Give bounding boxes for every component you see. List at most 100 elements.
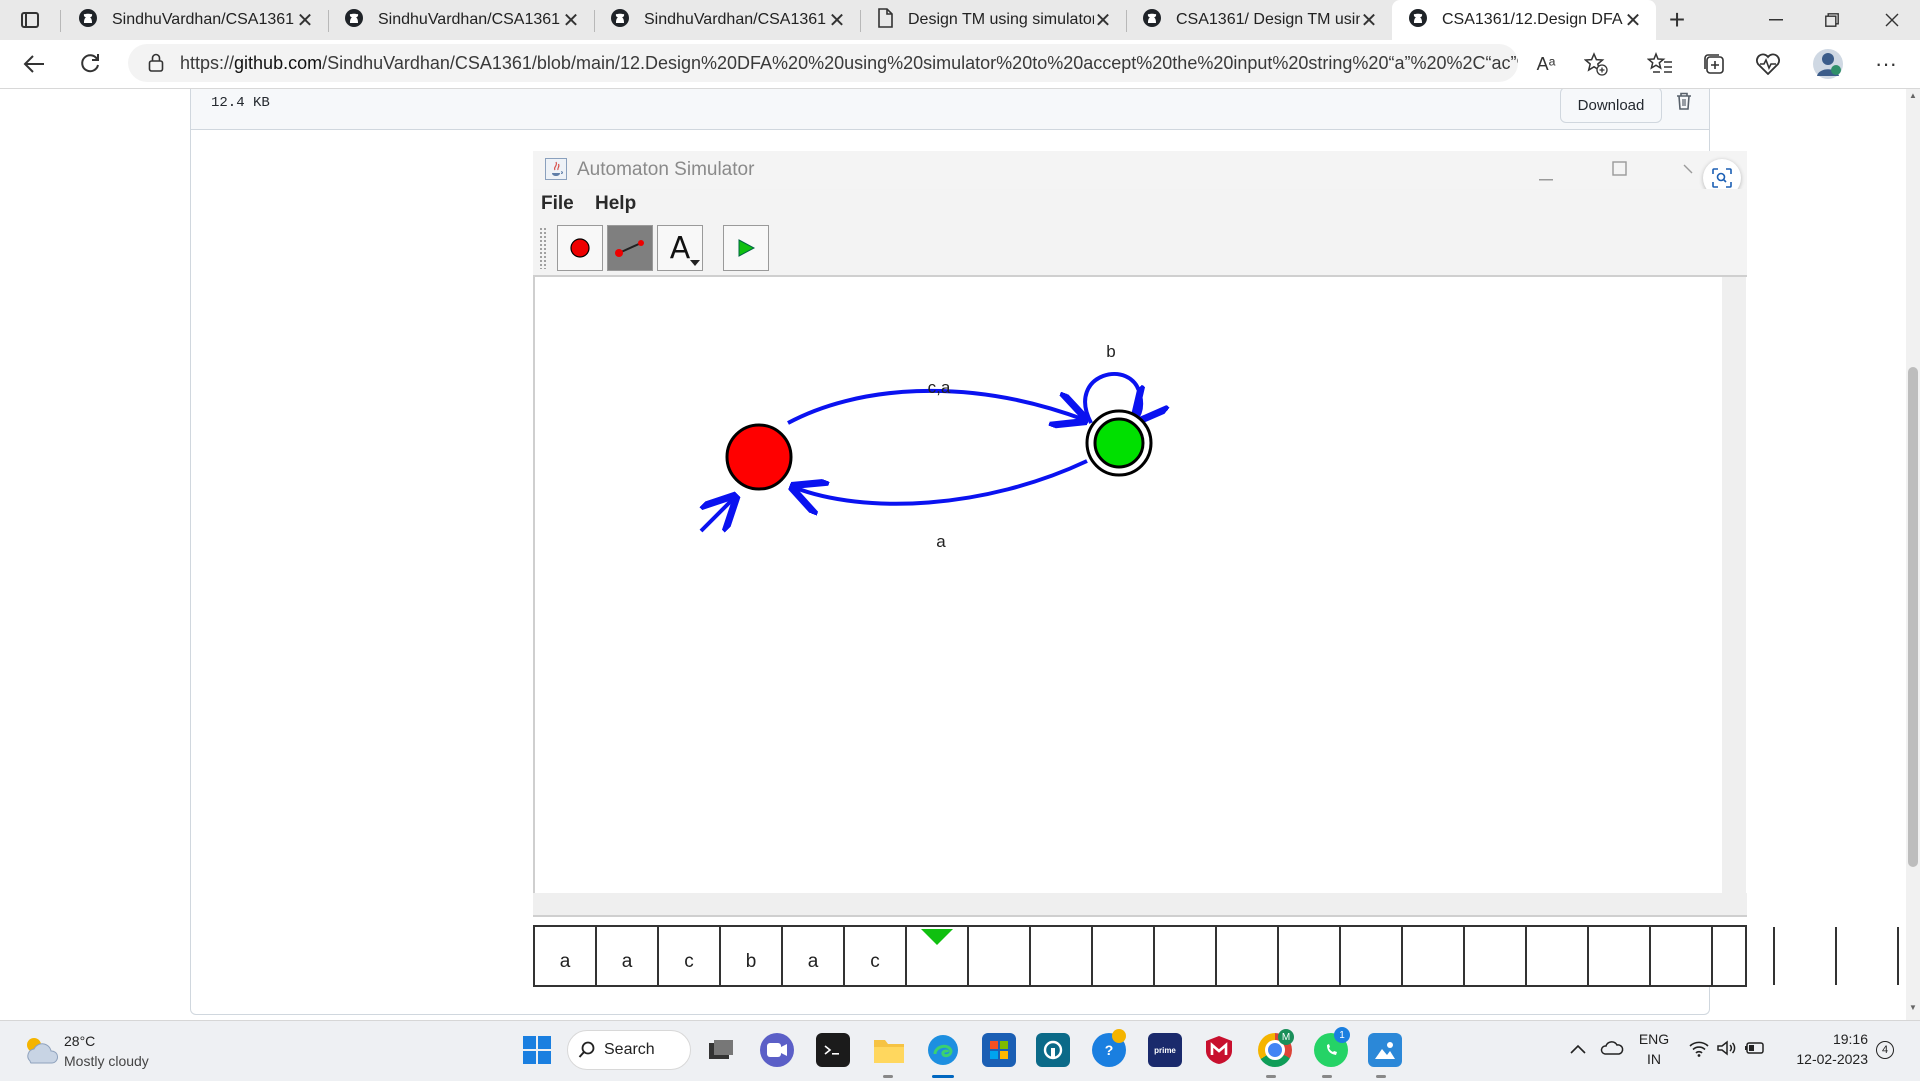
minimize-icon[interactable]	[1748, 0, 1804, 40]
github-icon	[344, 8, 364, 33]
trash-icon[interactable]	[1675, 91, 1699, 115]
tab-actions-icon[interactable]	[4, 0, 56, 40]
browser-tab-1[interactable]: SindhuVardhan/CSA1361 ✕	[62, 0, 328, 40]
running-indicator	[1376, 1075, 1386, 1078]
restore-icon[interactable]	[1804, 0, 1860, 40]
tape-cell	[1279, 927, 1341, 985]
chrome-profile-badge: M	[1278, 1029, 1294, 1045]
browser-tab-5[interactable]: CSA1361/ Design TM using ✕	[1126, 0, 1392, 40]
task-view-icon[interactable]	[704, 1033, 738, 1067]
close-tab-icon[interactable]: ✕	[562, 8, 580, 33]
browser-tab-6-active[interactable]: CSA1361/12.Design DFA usi ✕	[1392, 0, 1656, 40]
browser-tab-4[interactable]: Design TM using simulator t ✕	[860, 0, 1126, 40]
search-label: Search	[604, 1041, 655, 1058]
url-path: /SindhuVardhan/CSA1361/blob/main/12.Desi…	[322, 52, 1518, 73]
language-top[interactable]: ENG	[1636, 1031, 1672, 1047]
tape-cell: c	[659, 927, 721, 985]
show-hidden-icons-icon[interactable]	[1570, 1041, 1586, 1059]
browser-essentials-icon[interactable]	[1744, 40, 1792, 88]
settings-more-icon[interactable]: ···	[1862, 40, 1910, 88]
refresh-icon[interactable]	[66, 40, 114, 88]
tape-cell: a	[597, 927, 659, 985]
wifi-icon[interactable]	[1688, 1039, 1710, 1062]
teams-chat-icon[interactable]	[760, 1033, 794, 1067]
mcafee-icon[interactable]	[1202, 1033, 1236, 1067]
windows-start-icon[interactable]	[520, 1033, 554, 1067]
running-indicator	[1322, 1075, 1332, 1078]
back-arrow-icon[interactable]	[10, 40, 58, 88]
clock-time[interactable]: 19:16	[1784, 1031, 1868, 1047]
state-tool-button	[557, 225, 603, 271]
label-tool-icon: A	[669, 230, 691, 266]
url-prefix: https://	[180, 52, 235, 73]
document-icon	[876, 7, 894, 33]
close-tab-icon[interactable]: ✕	[828, 8, 846, 33]
address-bar[interactable]: https://github.com/SindhuVardhan/CSA1361…	[128, 44, 1518, 82]
page-scrollbar[interactable]: ▲ ▼	[1906, 89, 1920, 1020]
sim-close-icon	[1683, 161, 1693, 179]
lock-icon[interactable]	[148, 53, 164, 78]
close-tab-icon[interactable]: ✕	[1624, 8, 1642, 33]
clock-date[interactable]: 12-02-2023	[1784, 1051, 1868, 1067]
prime-video-icon[interactable]: prime	[1148, 1033, 1182, 1067]
active-app-indicator	[932, 1075, 954, 1078]
new-tab-icon[interactable]: +	[1660, 0, 1694, 40]
browser-tab-3[interactable]: SindhuVardhan/CSA1361 ✕	[594, 0, 860, 40]
sim-minimize-icon	[1539, 168, 1553, 186]
file-size: 12.4 KB	[211, 95, 270, 111]
battery-icon[interactable]	[1744, 1040, 1766, 1061]
browser-tab-2[interactable]: SindhuVardhan/CSA1361 ✕	[328, 0, 594, 40]
taskbar-search[interactable]: Search	[567, 1030, 691, 1070]
whatsapp-badge: 1	[1334, 1027, 1350, 1043]
favorites-icon[interactable]	[1636, 40, 1684, 88]
volume-icon[interactable]	[1716, 1039, 1738, 1062]
tape-cell	[1217, 927, 1279, 985]
tape-cell	[1403, 927, 1465, 985]
download-button[interactable]: Download	[1560, 89, 1662, 123]
tab-label: SindhuVardhan/CSA1361	[644, 11, 827, 28]
github-icon	[78, 8, 98, 33]
close-tab-icon[interactable]: ✕	[1360, 8, 1378, 33]
photos-icon[interactable]	[1368, 1033, 1402, 1067]
close-window-icon[interactable]	[1864, 0, 1920, 40]
notification-count[interactable]: 4	[1876, 1041, 1894, 1059]
profile-avatar[interactable]	[1804, 40, 1852, 88]
url-domain: github.com	[234, 52, 323, 73]
read-aloud-icon[interactable]: Aᵃ	[1522, 40, 1570, 88]
tape-cell: b	[721, 927, 783, 985]
page-scrollbar-thumb[interactable]	[1908, 367, 1918, 867]
tab-label: CSA1361/ Design TM using	[1176, 11, 1360, 28]
search-icon	[578, 1041, 596, 1064]
microsoft-store-icon[interactable]	[982, 1033, 1016, 1067]
label-tool-button: A	[657, 225, 703, 271]
onedrive-icon[interactable]	[1600, 1039, 1624, 1060]
close-tab-icon[interactable]: ✕	[1094, 8, 1112, 33]
tape-cell: a	[783, 927, 845, 985]
file-header: 12.4 KB Download	[191, 89, 1709, 130]
address-toolbar: https://github.com/SindhuVardhan/CSA1361…	[0, 40, 1920, 89]
tape-cell	[1527, 927, 1589, 985]
terminal-icon[interactable]	[816, 1033, 850, 1067]
edge-browser-icon[interactable]	[926, 1033, 960, 1067]
file-explorer-icon[interactable]	[872, 1033, 906, 1067]
tab-bar: SindhuVardhan/CSA1361 ✕ SindhuVardhan/CS…	[0, 0, 1920, 40]
edge-label-loop: b	[1106, 342, 1115, 361]
toolbar-grip	[539, 227, 547, 269]
tape-cell	[1713, 927, 1775, 985]
add-favorite-icon[interactable]	[1572, 40, 1620, 88]
github-icon	[1408, 8, 1428, 33]
tape-cell	[1775, 927, 1837, 985]
close-tab-icon[interactable]: ✕	[296, 8, 314, 33]
transition-tool-button	[607, 225, 653, 271]
language-bottom[interactable]: IN	[1636, 1051, 1672, 1067]
transition-tool-icon	[615, 240, 644, 257]
tape-cell	[1031, 927, 1093, 985]
weather-cloudy-icon[interactable]	[20, 1033, 60, 1072]
tape-cell	[1341, 927, 1403, 985]
start-arrow	[701, 497, 735, 531]
tape-cell: c	[845, 927, 907, 985]
running-indicator	[883, 1075, 893, 1078]
tab-label: CSA1361/12.Design DFA usi	[1442, 11, 1624, 28]
app-icon-teal[interactable]	[1036, 1033, 1070, 1067]
collections-icon[interactable]	[1690, 40, 1738, 88]
